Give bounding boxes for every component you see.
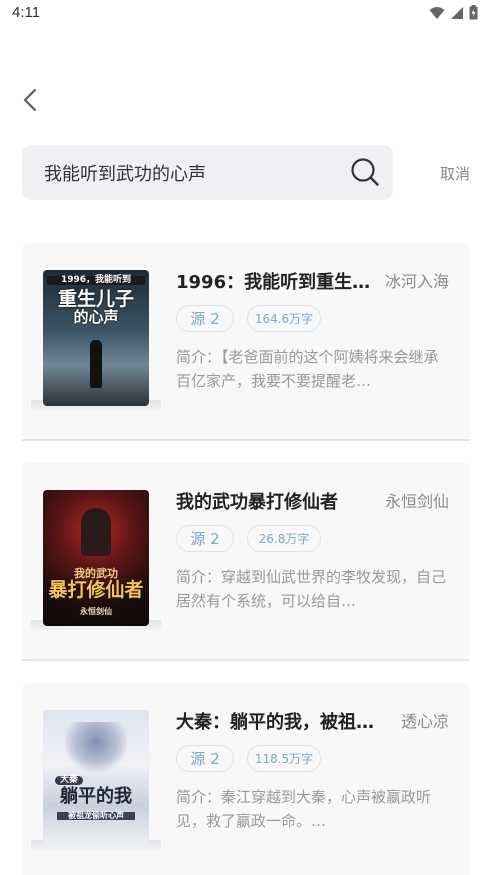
search-input[interactable]: 我能听到武功的心声 xyxy=(22,145,393,200)
book-result-card[interactable]: 我的武功 暴打修仙者 永恒剑仙 我的武功暴打修仙者 永恒剑仙 源 2 26.8万… xyxy=(22,463,470,659)
book-title[interactable]: 1996：我能听到重生儿… xyxy=(176,268,388,294)
book-result-card[interactable]: 1996，我能听到 重生儿子 的心声 1996：我能听到重生儿… 冰河入海 源 … xyxy=(22,243,470,439)
cover-figure xyxy=(90,340,102,388)
back-button[interactable] xyxy=(16,86,44,114)
search-query-text[interactable]: 我能听到武功的心声 xyxy=(44,160,206,186)
chevron-left-icon xyxy=(24,89,36,111)
cover-subtitle: 我的武功 xyxy=(74,567,118,580)
cover-figure xyxy=(81,508,111,556)
book-cover-wrap[interactable]: 我的武功 暴打修仙者 永恒剑仙 xyxy=(31,490,161,630)
cover-title-line2: 被祖龙偷听心声 xyxy=(57,811,135,821)
book-cover[interactable]: 大秦 躺平的我 被祖龙偷听心声 xyxy=(43,710,149,846)
divider xyxy=(22,439,470,441)
book-intro: 简介：穿越到仙武世界的李牧发现，自己居然有个系统，可以给自… xyxy=(176,568,447,610)
book-cover-wrap[interactable]: 大秦 躺平的我 被祖龙偷听心声 xyxy=(31,710,161,850)
divider xyxy=(22,659,470,661)
cover-figure xyxy=(65,722,127,772)
book-title[interactable]: 大秦：躺平的我，被祖… xyxy=(176,708,388,734)
book-author: 冰河入海 xyxy=(384,272,449,291)
word-count-badge: 26.8万字 xyxy=(247,525,321,552)
book-cover[interactable]: 我的武功 暴打修仙者 永恒剑仙 xyxy=(43,490,149,626)
book-cover[interactable]: 1996，我能听到 重生儿子 的心声 xyxy=(43,270,149,406)
cover-title: 暴打修仙者 xyxy=(48,579,144,601)
search-results-list: 1996，我能听到 重生儿子 的心声 1996：我能听到重生儿… 冰河入海 源 … xyxy=(22,243,470,875)
source-badge[interactable]: 源 2 xyxy=(176,305,234,332)
book-cover-wrap[interactable]: 1996，我能听到 重生儿子 的心声 xyxy=(31,270,161,410)
word-count-badge: 164.6万字 xyxy=(247,305,321,332)
status-icons xyxy=(429,5,478,20)
signal-icon xyxy=(451,6,463,19)
status-bar: 4:11 xyxy=(0,0,492,28)
battery-icon xyxy=(469,5,478,20)
wifi-icon xyxy=(429,6,445,19)
book-result-card[interactable]: 大秦 躺平的我 被祖龙偷听心声 大秦：躺平的我，被祖… 透心凉 源 2 118.… xyxy=(22,683,470,875)
word-count-badge: 118.5万字 xyxy=(247,745,321,772)
cover-subtitle: 大秦 xyxy=(55,775,83,786)
cover-author-text: 永恒剑仙 xyxy=(80,607,112,616)
cover-title: 躺平的我 xyxy=(60,786,132,807)
book-title[interactable]: 我的武功暴打修仙者 xyxy=(176,488,388,514)
cover-title-line2: 的心声 xyxy=(73,308,119,326)
source-badge[interactable]: 源 2 xyxy=(176,525,234,552)
book-author: 永恒剑仙 xyxy=(384,492,449,511)
cover-subtitle: 1996，我能听到 xyxy=(47,275,145,286)
book-author: 透心凉 xyxy=(400,712,449,731)
status-time: 4:11 xyxy=(12,4,41,21)
cancel-button[interactable]: 取消 xyxy=(440,163,470,184)
book-tags: 源 2 164.6万字 xyxy=(176,305,321,332)
book-intro: 简介：秦江穿越到大秦，心声被嬴政听见，救了嬴政一命。… xyxy=(176,788,432,830)
book-intro: 简介：【老爸面前的这个阿姨将来会继承百亿家产，我要不要提醒老… xyxy=(176,348,439,390)
book-tags: 源 2 26.8万字 xyxy=(176,525,321,552)
source-badge[interactable]: 源 2 xyxy=(176,745,234,772)
search-icon[interactable] xyxy=(350,157,380,187)
book-tags: 源 2 118.5万字 xyxy=(176,745,321,772)
cover-title: 重生儿子 xyxy=(57,288,134,310)
